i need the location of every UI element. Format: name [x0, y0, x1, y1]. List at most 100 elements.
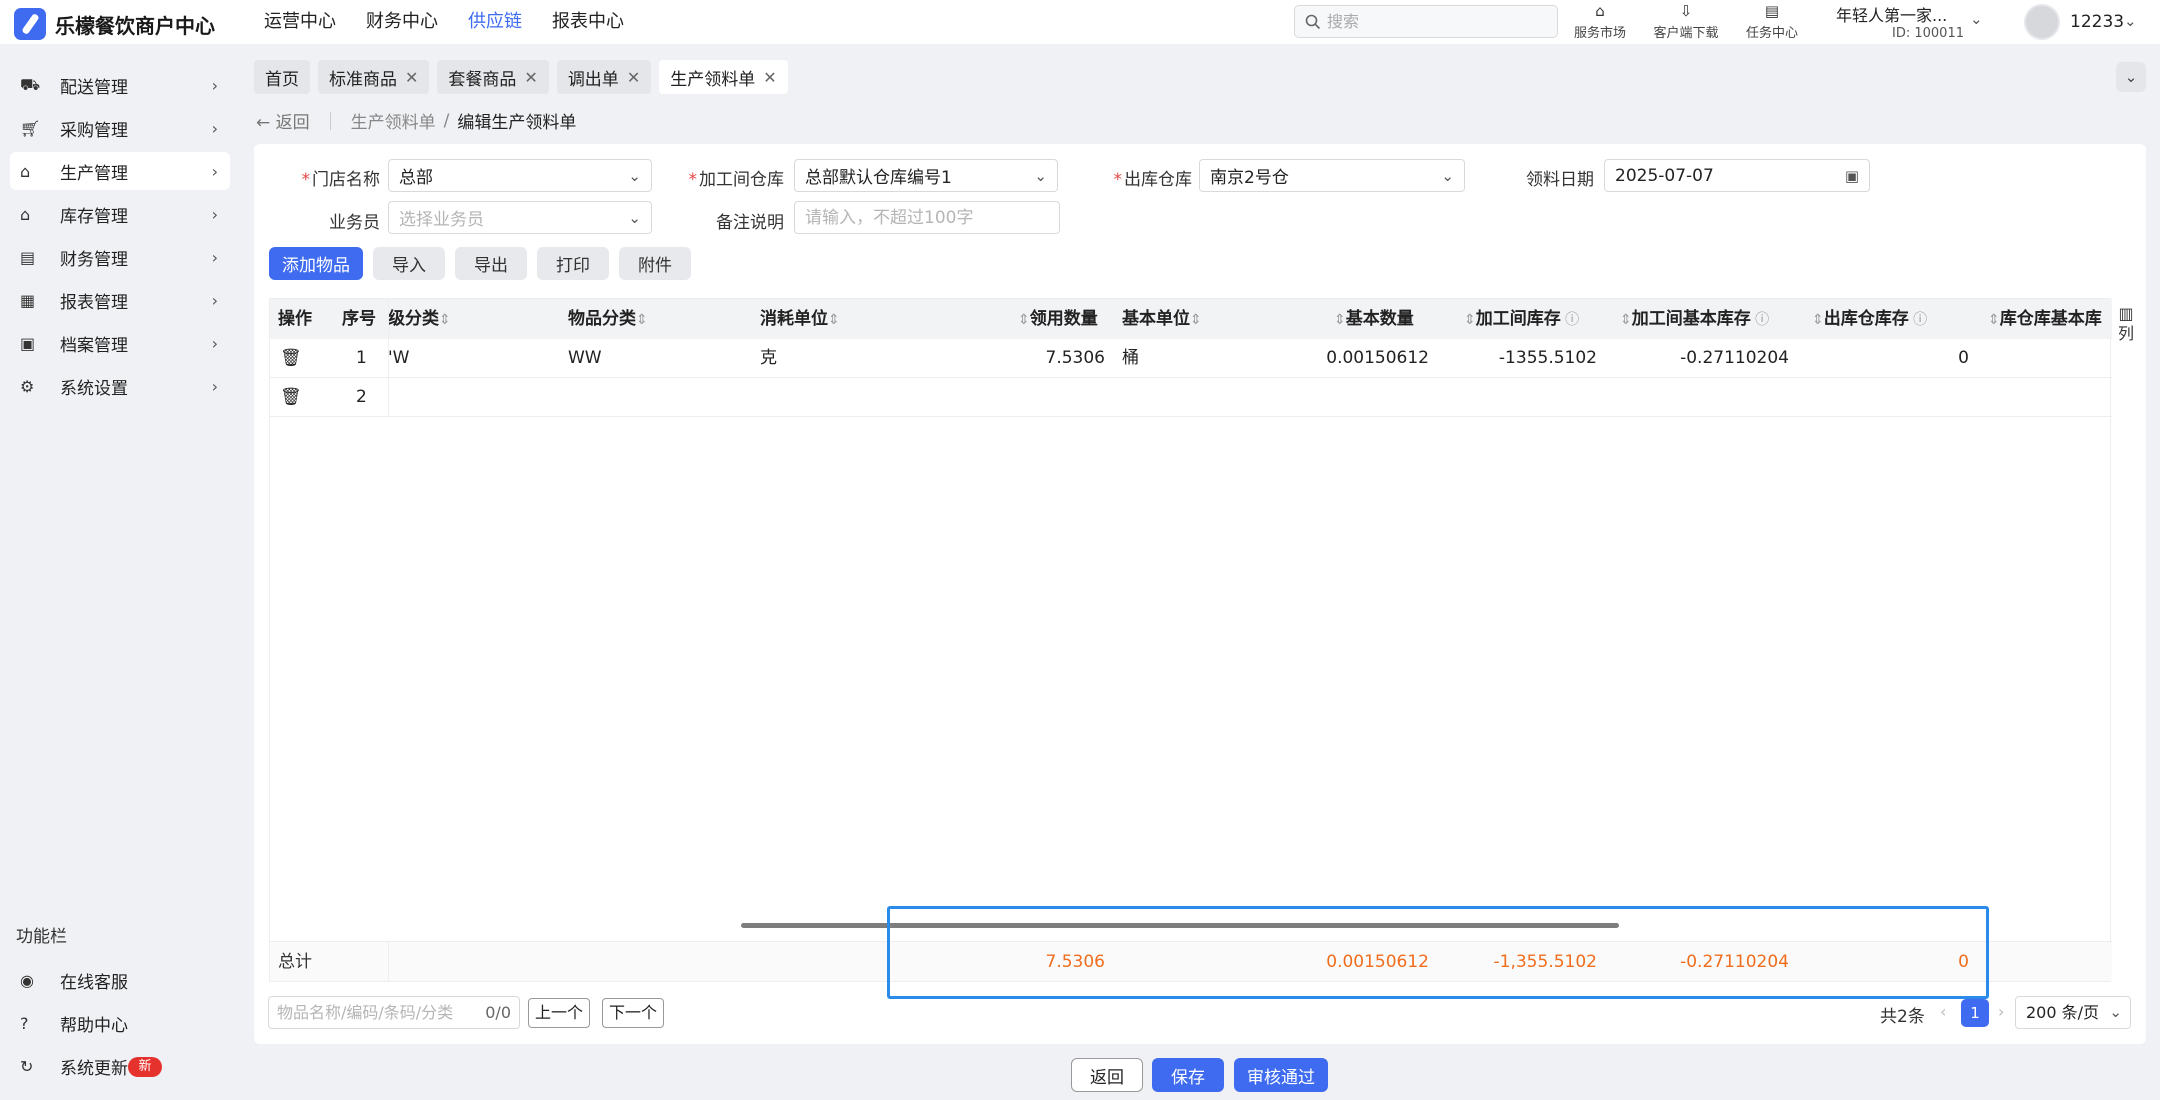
back-button[interactable]: 返回 [1071, 1058, 1143, 1092]
tab-production-picking[interactable]: 生产领料单 ✕ [659, 60, 788, 94]
chevron-right-icon[interactable]: › [1998, 1002, 2004, 1021]
global-search[interactable] [1294, 5, 1558, 38]
app-logo[interactable]: 乐檬餐饮商户中心 [14, 8, 215, 40]
header-category-level[interactable]: 级分类⇕ [388, 299, 451, 340]
info-icon[interactable]: ⓘ [1909, 312, 1927, 328]
topnav-supply-chain[interactable]: 供应链 [468, 0, 522, 44]
import-button[interactable]: 导入 [373, 247, 445, 280]
close-icon[interactable]: ✕ [763, 68, 776, 87]
breadcrumb-parent[interactable]: 生产领料单 [351, 108, 436, 133]
task-center-button[interactable]: ▤ 任务中心 [1734, 2, 1810, 41]
finder-next-button[interactable]: 下一个 [602, 998, 665, 1028]
sort-icon[interactable]: ⇕ [439, 312, 451, 328]
sort-icon[interactable]: ⇕ [1334, 312, 1346, 328]
sidebar-item-delivery[interactable]: ⛟ 配送管理 › [10, 66, 230, 104]
topnav-reports[interactable]: 报表中心 [552, 0, 624, 44]
column-settings-button[interactable]: ▥ 列 [2112, 304, 2140, 344]
sort-icon[interactable]: ⇕ [1988, 312, 2000, 328]
top-bar: 乐檬餐饮商户中心 运营中心 财务中心 供应链 报表中心 ⌂ 服务市场 ⇩ 客户端… [0, 0, 2160, 44]
chevron-down-icon[interactable]: ⌄ [2124, 12, 2137, 30]
remark-field[interactable] [794, 201, 1060, 234]
pick-date-picker[interactable]: 2025-07-07 ▣ [1604, 159, 1870, 192]
sort-icon[interactable]: ⇕ [1812, 312, 1824, 328]
sort-icon[interactable]: ⇕ [1620, 312, 1632, 328]
service-market-button[interactable]: ⌂ 服务市场 [1562, 2, 1638, 41]
sidebar-item-label: 在线客服 [60, 972, 128, 993]
header-ws-stock[interactable]: ⇕加工间库存 ⓘ [1464, 299, 1579, 340]
salesman-label: 业务员 [329, 213, 380, 233]
attachment-button[interactable]: 附件 [619, 247, 691, 280]
sort-icon[interactable]: ⇕ [828, 312, 840, 328]
info-icon[interactable]: ⓘ [1751, 312, 1769, 328]
delete-icon[interactable]: 🗑︎ [280, 378, 302, 417]
header-item-category[interactable]: 物品分类⇕ [568, 299, 648, 340]
store-label: * 门店名称 [294, 165, 381, 190]
sidebar-item-update[interactable]: ↻ 系统更新 [10, 1047, 230, 1085]
print-button[interactable]: 打印 [537, 247, 609, 280]
table-row[interactable]: 🗑︎ 1 'W WW 克 7.5306 桶 0.00150612 -1355.5… [270, 339, 2112, 378]
chevron-left-icon[interactable]: ‹ [1940, 1002, 1946, 1021]
cell-qty[interactable]: 7.5306 [1046, 339, 1105, 378]
sort-icon[interactable]: ⇕ [1018, 312, 1030, 328]
close-icon[interactable]: ✕ [524, 68, 537, 87]
sort-icon[interactable]: ⇕ [1190, 312, 1202, 328]
client-download-button[interactable]: ⇩ 客户端下载 [1648, 2, 1724, 41]
sidebar-item-reports[interactable]: ▦ 报表管理 › [10, 281, 230, 319]
tabs-menu-button[interactable]: ⌄ [2116, 62, 2146, 92]
header-unit[interactable]: 消耗单位⇕ [760, 299, 840, 340]
header-base-unit[interactable]: 基本单位⇕ [1122, 299, 1202, 340]
sidebar-item-online-service[interactable]: ◉ 在线客服 [10, 961, 230, 999]
finder-prev-button[interactable]: 上一个 [528, 998, 591, 1028]
user-name[interactable]: 12233 [2070, 12, 2124, 32]
approve-button[interactable]: 审核通过 [1234, 1058, 1328, 1092]
header-out-stock[interactable]: ⇕出库仓库存 ⓘ [1812, 299, 1927, 340]
remark-input[interactable] [805, 207, 1049, 228]
finder-input[interactable] [277, 1003, 486, 1022]
sort-icon[interactable]: ⇕ [636, 312, 648, 328]
info-icon[interactable]: ⓘ [1561, 312, 1579, 328]
page-1-button[interactable]: 1 [1961, 999, 1989, 1027]
sort-icon[interactable]: ⇕ [1464, 312, 1476, 328]
sidebar-item-finance[interactable]: ▤ 财务管理 › [10, 238, 230, 276]
sidebar-item-label: 采购管理 [60, 120, 128, 141]
delete-icon[interactable]: 🗑︎ [280, 339, 302, 378]
item-finder[interactable]: 0/0 [268, 996, 520, 1029]
salesman-select[interactable]: 选择业务员 ⌄ [388, 201, 652, 234]
top-nav: 运营中心 财务中心 供应链 报表中心 [264, 0, 654, 44]
chevron-down-icon: ⌄ [1441, 166, 1454, 185]
avatar[interactable] [2024, 4, 2060, 40]
sidebar-item-settings[interactable]: ⚙ 系统设置 › [10, 367, 230, 405]
required-mark: * [1113, 170, 1123, 190]
header-base-qty[interactable]: ⇕基本数量 [1334, 299, 1414, 340]
sidebar-item-archive[interactable]: ▣ 档案管理 › [10, 324, 230, 362]
out-warehouse-select[interactable]: 南京2号仓 ⌄ [1199, 159, 1465, 192]
sidebar-item-purchase[interactable]: 🛒︎ 采购管理 › [10, 109, 230, 147]
tab-home[interactable]: 首页 [254, 60, 310, 94]
header-qty[interactable]: ⇕领用数量 [1018, 299, 1098, 340]
sidebar-item-label: 系统更新 [60, 1058, 128, 1079]
workshop-warehouse-select[interactable]: 总部默认仓库编号1 ⌄ [794, 159, 1058, 192]
back-link[interactable]: ← 返回 [256, 108, 310, 133]
topnav-finance[interactable]: 财务中心 [366, 0, 438, 44]
topnav-operations[interactable]: 运营中心 [264, 0, 336, 44]
sidebar-item-production[interactable]: ⌂ 生产管理 › [10, 152, 230, 190]
store-select[interactable]: 总部 ⌄ [388, 159, 652, 192]
save-button[interactable]: 保存 [1152, 1058, 1224, 1092]
add-item-button[interactable]: 添加物品 [269, 247, 363, 280]
sidebar-item-inventory[interactable]: ⌂ 库存管理 › [10, 195, 230, 233]
sidebar-item-help[interactable]: ? 帮助中心 [10, 1004, 230, 1042]
table-row[interactable]: 🗑︎ 2 [270, 378, 2112, 417]
close-icon[interactable]: ✕ [627, 68, 640, 87]
header-ws-base-stock[interactable]: ⇕加工间基本库存 ⓘ [1620, 299, 1769, 340]
header-out-base-stock[interactable]: ⇕库仓库基本库 [1988, 299, 2112, 340]
chevron-right-icon: › [211, 204, 218, 224]
page-size-select[interactable]: 200 条/页 ⌄ [2015, 996, 2131, 1029]
account-switcher[interactable]: 年轻人第一家... ID: 100011 [1836, 2, 1976, 41]
tab-standard-goods[interactable]: 标准商品 ✕ [318, 60, 430, 94]
tab-combo-goods[interactable]: 套餐商品 ✕ [437, 60, 549, 94]
export-button[interactable]: 导出 [455, 247, 527, 280]
search-input[interactable] [1327, 12, 1537, 31]
chevron-down-icon[interactable]: ⌄ [1970, 10, 1983, 28]
close-icon[interactable]: ✕ [405, 68, 418, 87]
tab-transfer-out[interactable]: 调出单 ✕ [556, 60, 652, 94]
